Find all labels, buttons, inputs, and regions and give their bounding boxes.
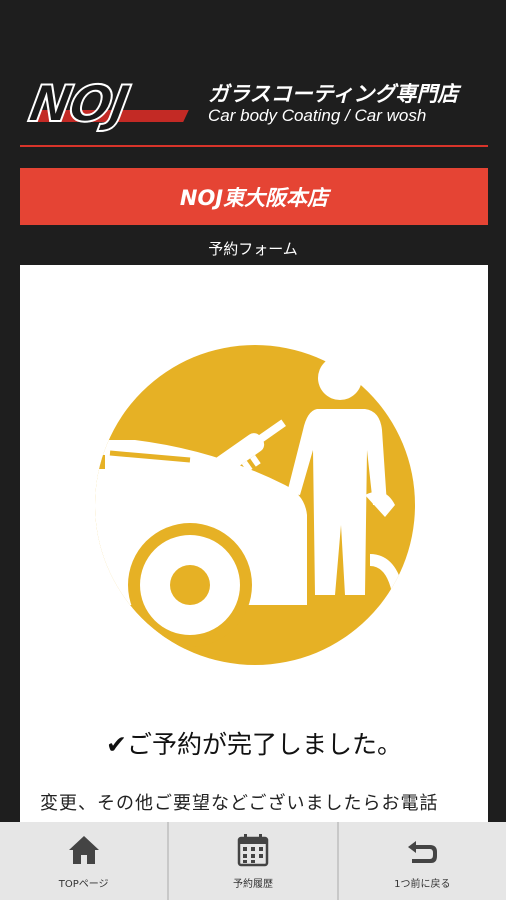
car-wash-illustration (95, 345, 415, 665)
tab-reservation-history[interactable]: 予約履歴 (169, 822, 339, 900)
completion-text: ご予約が完了しました。 (126, 730, 402, 759)
home-icon (68, 835, 99, 864)
checkmark-icon: ✔ (106, 730, 127, 759)
tab-top-page[interactable]: TOPページ (0, 822, 170, 900)
tab-reservation-history-label: 予約履歴 (232, 878, 273, 890)
header-divider (20, 145, 488, 147)
tab-go-back[interactable]: 1つ前に戻る (339, 822, 506, 900)
tab-go-back-label: 1つ前に戻る (394, 878, 451, 890)
form-title: 予約フォーム (208, 240, 298, 258)
calendar-icon (237, 833, 269, 866)
bottom-tab-bar: TOPページ 予約履歴 1つ前に戻る (0, 822, 506, 900)
tab-top-page-label: TOPページ (58, 878, 109, 890)
store-banner: NOJ東大阪本店 (20, 168, 488, 225)
notice-text: 変更、その他ご要望などございましたらお電話 (40, 793, 439, 814)
reservation-complete-card: ✔ご予約が完了しました。 変更、その他ご要望などございましたらお電話 (20, 265, 488, 825)
store-name: NOJ東大阪本店 (179, 185, 329, 210)
completion-message: ✔ご予約が完了しました。 (20, 725, 488, 761)
app-header: NOJ ガラスコーティング専門店 Car body Coating / Car … (0, 0, 506, 150)
noj-logo: NOJ (24, 74, 196, 134)
back-arrow-icon (408, 840, 438, 863)
tagline-english: Car body Coating / Car wosh (208, 106, 427, 125)
logo-text: NOJ (24, 74, 133, 134)
tagline-japanese: ガラスコーティング専門店 (208, 82, 459, 106)
